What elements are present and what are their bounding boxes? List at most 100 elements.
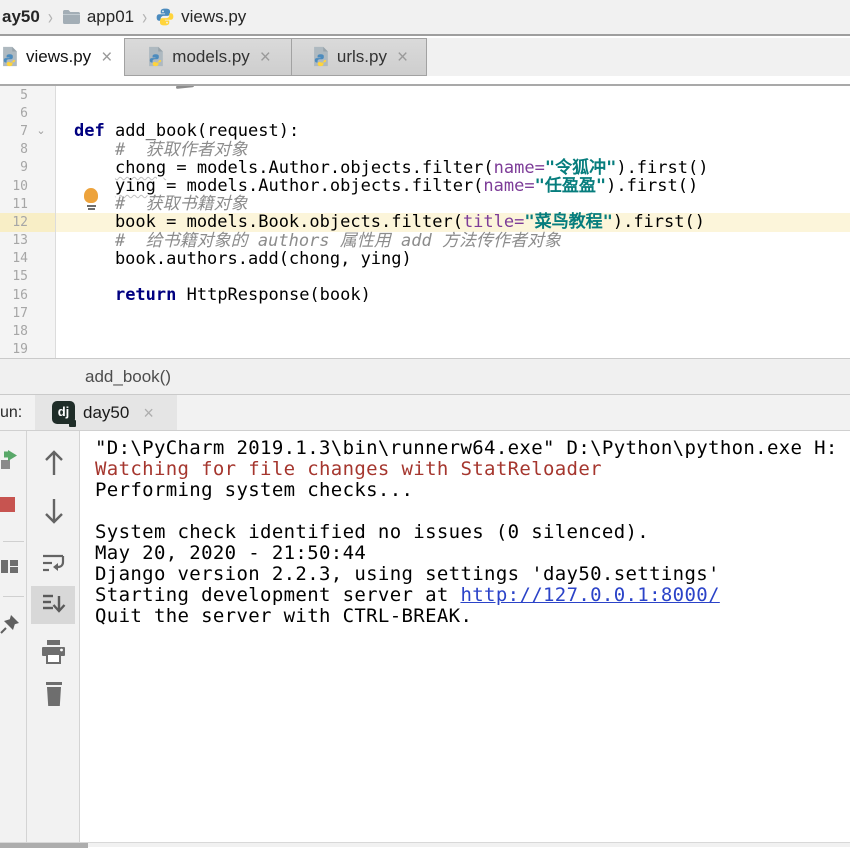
code-line-12[interactable]: 12 book = models.Book.objects.filter(tit… [0, 213, 850, 231]
restore-layout-icon[interactable] [0, 557, 19, 581]
code-line-7[interactable]: 7⌄def add_book(request): [0, 122, 850, 140]
close-icon[interactable]: × [101, 48, 112, 67]
close-icon[interactable]: × [397, 48, 408, 67]
gutter: 8 [0, 141, 56, 159]
breadcrumb-item-project[interactable]: ay50 [2, 7, 40, 27]
django-icon: dj [52, 401, 75, 424]
code-editor[interactable]: 567⌄def add_book(request):8 # 获取作者对象9 ch… [0, 86, 850, 358]
stop-icon[interactable] [0, 497, 16, 518]
soft-wrap-icon[interactable] [41, 551, 66, 580]
code-line-5[interactable]: 5 [0, 86, 850, 104]
horizontal-scrollbar[interactable] [0, 842, 850, 847]
code-text[interactable] [56, 104, 850, 122]
breadcrumb-label: views.py [181, 7, 246, 27]
code-text[interactable] [56, 341, 850, 358]
console-line: May 20, 2020 - 21:50:44 [95, 543, 850, 564]
code-line-11[interactable]: 11 # 获取书籍对象 [0, 195, 850, 213]
intention-bulb-icon[interactable] [84, 188, 99, 210]
console-line: "D:\PyCharm 2019.1.3\bin\runnerw64.exe" … [95, 438, 850, 459]
editor-tab-bar: views.py × models.py × urls.py × [0, 38, 850, 76]
code-text[interactable] [56, 322, 850, 340]
console-line: Starting development server at http://12… [95, 585, 850, 606]
code-text[interactable]: book.authors.add(chong, ying) [56, 250, 850, 268]
code-line-19[interactable]: 19 [0, 341, 850, 358]
code-text[interactable]: book = models.Book.objects.filter(title=… [56, 213, 850, 231]
console-line: Watching for file changes with StatReloa… [95, 459, 850, 480]
line-number: 11 [0, 197, 28, 212]
run-main-toolbar [0, 431, 27, 847]
up-stacktrace-icon[interactable] [42, 449, 66, 482]
gutter: 5 [0, 86, 56, 104]
close-icon[interactable]: × [260, 48, 271, 67]
code-line-14[interactable]: 14 book.authors.add(chong, ying) [0, 250, 850, 268]
line-number: 5 [0, 88, 28, 103]
line-number: 19 [0, 342, 28, 357]
code-text[interactable]: chong = models.Author.objects.filter(nam… [56, 159, 850, 177]
breadcrumb-item-file[interactable]: views.py [155, 7, 246, 27]
gutter: 7⌄ [0, 122, 56, 140]
tab-urls-py[interactable]: urls.py × [291, 38, 427, 76]
down-stacktrace-icon[interactable] [42, 497, 66, 530]
gutter: 17 [0, 304, 56, 322]
rerun-icon[interactable] [0, 449, 20, 474]
line-number: 16 [0, 288, 28, 303]
code-line-15[interactable]: 15 [0, 268, 850, 286]
tab-label: urls.py [337, 47, 387, 67]
code-text[interactable]: # 获取作者对象 [56, 141, 850, 159]
console-line: Quit the server with CTRL-BREAK. [95, 606, 850, 627]
pycharm-window: ay50 › app01 › views.py views.py × [0, 0, 850, 852]
toolbar-divider [3, 596, 24, 597]
line-number: 7 [0, 124, 28, 139]
code-line-13[interactable]: 13 # 给书籍对象的 authors 属性用 add 方法传作者对象 [0, 232, 850, 250]
console-line: System check identified no issues (0 sil… [95, 522, 850, 543]
code-text[interactable]: # 给书籍对象的 authors 属性用 add 方法传作者对象 [56, 232, 850, 250]
server-url-link[interactable]: http://127.0.0.1:8000/ [460, 584, 719, 606]
code-text[interactable]: return HttpResponse(book) [56, 286, 850, 304]
clear-all-icon[interactable] [43, 681, 65, 712]
tab-strip-gap [0, 76, 850, 84]
code-line-9[interactable]: 9 chong = models.Author.objects.filter(n… [0, 159, 850, 177]
code-line-18[interactable]: 18 [0, 322, 850, 340]
code-line-17[interactable]: 17 [0, 304, 850, 322]
line-number: 12 [0, 215, 28, 230]
gutter: 18 [0, 322, 56, 340]
chevron-right-icon: › [142, 5, 147, 29]
code-line-8[interactable]: 8 # 获取作者对象 [0, 141, 850, 159]
fold-marker-icon[interactable]: ⌄ [28, 126, 54, 136]
line-number: 15 [0, 269, 28, 284]
code-text[interactable]: ying = models.Author.objects.filter(name… [56, 177, 850, 195]
current-function-label[interactable]: add_book() [85, 367, 171, 387]
python-file-icon [0, 46, 20, 68]
code-line-6[interactable]: 6 [0, 104, 850, 122]
code-text[interactable]: def add_book(request): [56, 122, 850, 140]
print-icon[interactable] [41, 639, 66, 669]
close-icon[interactable]: × [143, 404, 154, 422]
structure-bar: add_book() [0, 358, 850, 395]
gutter: 12 [0, 213, 56, 231]
run-tab-label: day50 [83, 403, 129, 423]
tab-label: models.py [172, 47, 249, 67]
tab-views-py[interactable]: views.py × [0, 38, 125, 76]
run-tab-day50[interactable]: dj day50 × [35, 395, 177, 430]
tab-models-py[interactable]: models.py × [124, 38, 292, 76]
breadcrumb-label: ay50 [2, 7, 40, 27]
line-number: 6 [0, 106, 28, 121]
folder-icon [61, 7, 81, 27]
gutter: 14 [0, 250, 56, 268]
code-text[interactable]: # 获取书籍对象 [56, 195, 850, 213]
gutter: 6 [0, 104, 56, 122]
code-line-10[interactable]: 10 ying = models.Author.objects.filter(n… [0, 177, 850, 195]
code-text[interactable] [56, 268, 850, 286]
scroll-to-end-icon[interactable] [41, 593, 66, 622]
breadcrumb-item-app01[interactable]: app01 [61, 7, 134, 27]
code-text[interactable] [56, 86, 850, 104]
console-line: Performing system checks... [95, 480, 850, 501]
gutter: 11 [0, 195, 56, 213]
gutter: 19 [0, 341, 56, 358]
line-number: 13 [0, 233, 28, 248]
gutter: 15 [0, 268, 56, 286]
code-text[interactable] [56, 304, 850, 322]
code-line-16[interactable]: 16 return HttpResponse(book) [0, 286, 850, 304]
scrollbar-thumb[interactable] [0, 843, 88, 848]
pin-tab-icon[interactable] [0, 614, 20, 641]
